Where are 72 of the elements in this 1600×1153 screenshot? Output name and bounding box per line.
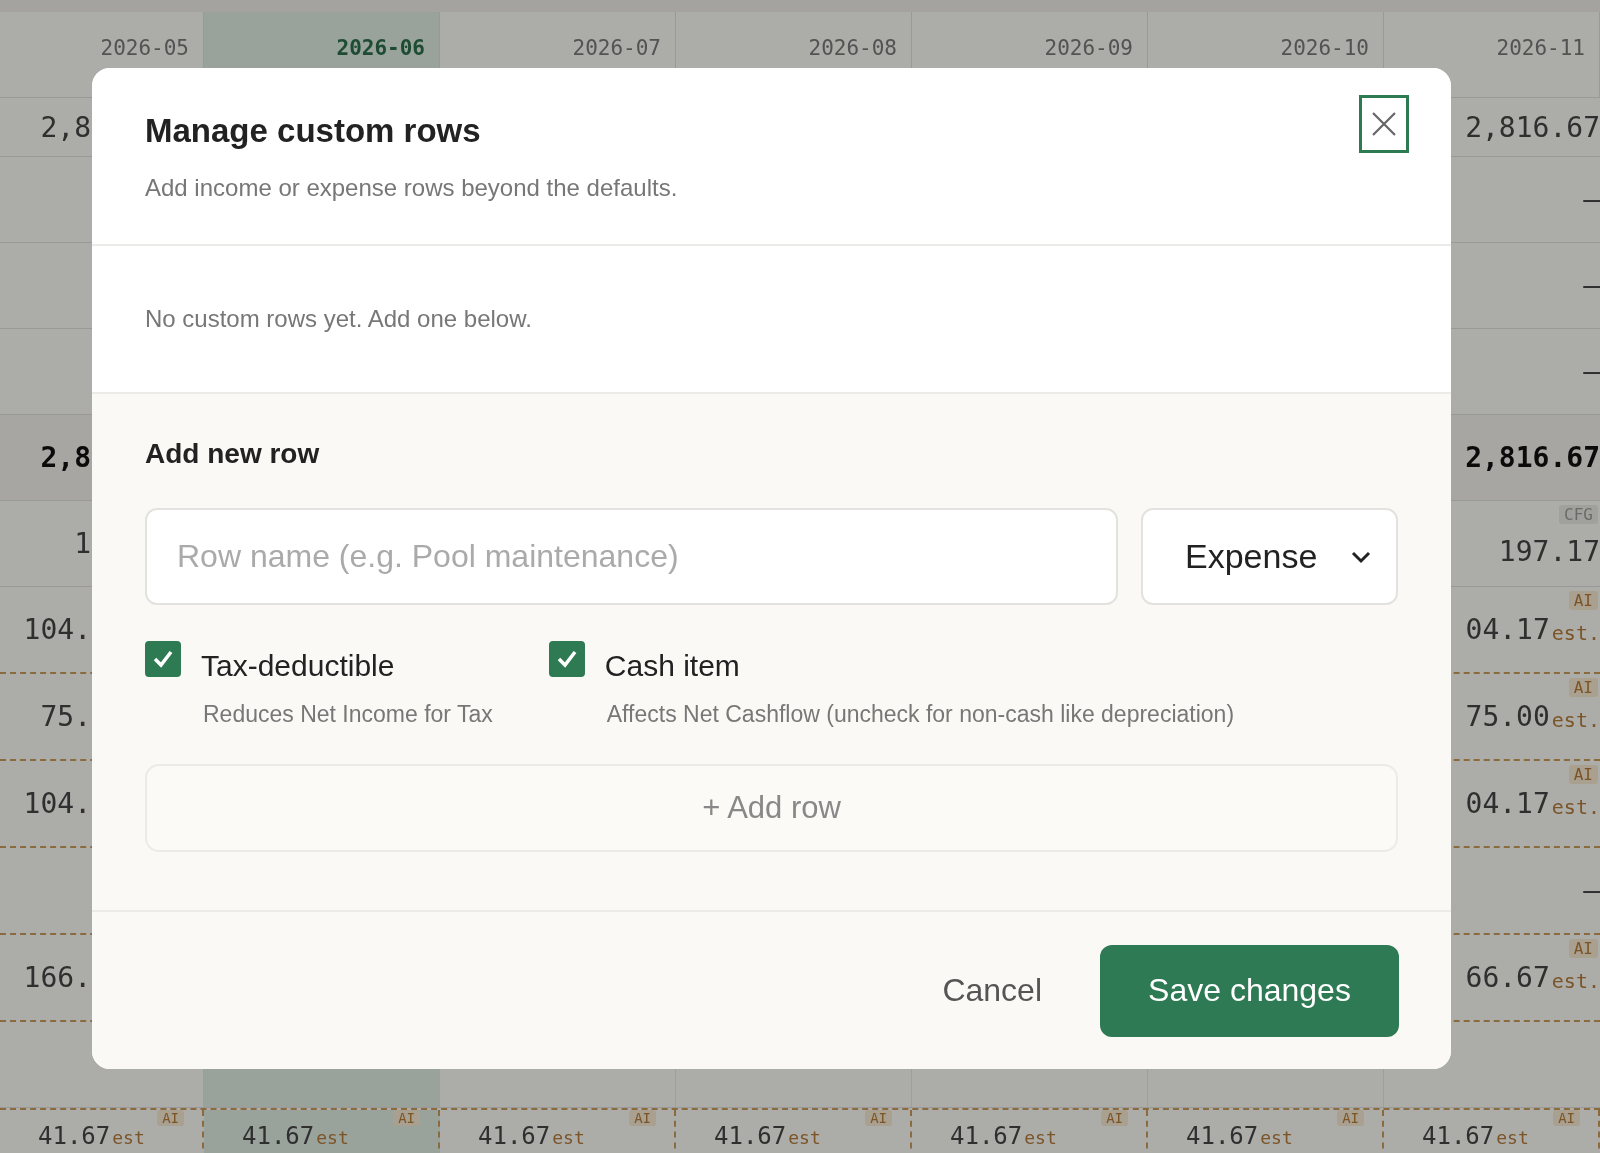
column-header: 2026-11 xyxy=(1496,35,1585,60)
dialog-subtitle: Add income or expense rows beyond the defaults. xyxy=(145,174,678,202)
column-header: 2026-10 xyxy=(1280,35,1369,60)
estimate-suffix: est xyxy=(316,1127,349,1148)
cell-value: 41.67 xyxy=(478,1122,551,1150)
column-header: 2026-08 xyxy=(808,35,897,60)
checkbox[interactable] xyxy=(145,641,181,677)
ai-badge: AI xyxy=(157,1110,184,1126)
ai-badge: AI xyxy=(1568,591,1598,610)
cell-value: 41.67 xyxy=(242,1122,315,1150)
row-name-field[interactable]: Row name (e.g. Pool maintenance) xyxy=(145,508,1118,605)
ai-badge: AI xyxy=(1553,1110,1580,1126)
cell-value: 2,8 xyxy=(40,441,91,474)
checkbox-label: Cash item xyxy=(604,649,740,683)
estimate-suffix: est. xyxy=(1551,793,1600,819)
ai-badge: AI xyxy=(1568,939,1598,958)
cell-value: 104. xyxy=(23,613,91,646)
estimate-suffix: est xyxy=(1024,1127,1057,1148)
ai-badge: AI xyxy=(1101,1110,1128,1126)
cell-value: — xyxy=(1583,269,1600,302)
checkbox-label: Tax-deductible xyxy=(201,649,395,683)
cell-value: — xyxy=(1583,355,1600,388)
close-button[interactable] xyxy=(1359,95,1409,153)
estimate-suffix: est xyxy=(1496,1127,1529,1148)
cell-value: 41.67 xyxy=(38,1122,111,1150)
checkbox-hint: Reduces Net Income for Tax xyxy=(203,701,493,728)
cell-value: 166. xyxy=(23,961,91,994)
cell-value: 66.67 xyxy=(1465,961,1550,994)
estimate-suffix: est. xyxy=(1551,619,1600,645)
checkbox-hint: Affects Net Cashflow (uncheck for non-cash like depreciation) xyxy=(606,701,1235,728)
ai-badge: AI xyxy=(1568,765,1598,784)
estimate-suffix: est xyxy=(552,1127,585,1148)
column-header: 2026-06 xyxy=(336,35,425,60)
cell-value: 41.67 xyxy=(714,1122,787,1150)
dialog-title: Manage custom rows xyxy=(145,112,482,150)
section-title: Add new row xyxy=(145,438,321,470)
cell-value: 75. xyxy=(40,700,91,733)
cell-value: 75.00 xyxy=(1465,700,1550,733)
estimate-suffix: est. xyxy=(1551,706,1600,732)
estimate-suffix: est. xyxy=(1551,967,1600,993)
cancel-button[interactable]: Cancel xyxy=(942,962,1042,1019)
ai-badge: AI xyxy=(393,1110,420,1126)
cell-value: 197.17 xyxy=(1498,535,1600,568)
ai-badge: AI xyxy=(629,1110,656,1126)
cell-value: 2,816.67 xyxy=(1465,441,1600,474)
close-icon xyxy=(1370,110,1398,138)
ai-badge: AI xyxy=(1337,1110,1364,1126)
ai-badge: AI xyxy=(1568,678,1598,697)
cell-value: 104. xyxy=(23,787,91,820)
estimate-suffix: est xyxy=(1260,1127,1293,1148)
column-header: 2026-05 xyxy=(100,35,189,60)
empty-message: No custom rows yet. Add one below. xyxy=(145,305,532,333)
estimate-suffix: est xyxy=(788,1127,821,1148)
checkmark-icon xyxy=(151,649,175,669)
cell-value: 1 xyxy=(74,527,91,560)
chevron-down-icon xyxy=(1350,549,1372,564)
ai-badge: AI xyxy=(865,1110,892,1126)
cell-value: 2,816.67 xyxy=(1465,110,1600,144)
column-header: 2026-07 xyxy=(572,35,661,60)
checkbox[interactable] xyxy=(548,641,585,677)
cell-value: — xyxy=(1583,874,1600,907)
cell-value: 04.17 xyxy=(1465,613,1550,646)
cell-value: 41.67 xyxy=(1186,1122,1259,1150)
cell-value: — xyxy=(1583,183,1600,216)
estimate-suffix: est xyxy=(112,1127,145,1148)
cell-value: 41.67 xyxy=(1422,1122,1495,1150)
type-select[interactable]: Expense xyxy=(1141,508,1398,605)
save-button[interactable]: Save changes xyxy=(1100,944,1399,1037)
cell-value: 2,8 xyxy=(40,110,91,144)
column-header: 2026-09 xyxy=(1044,35,1133,60)
cell-value: 41.67 xyxy=(950,1122,1023,1150)
cell-value: 04.17 xyxy=(1465,787,1550,820)
